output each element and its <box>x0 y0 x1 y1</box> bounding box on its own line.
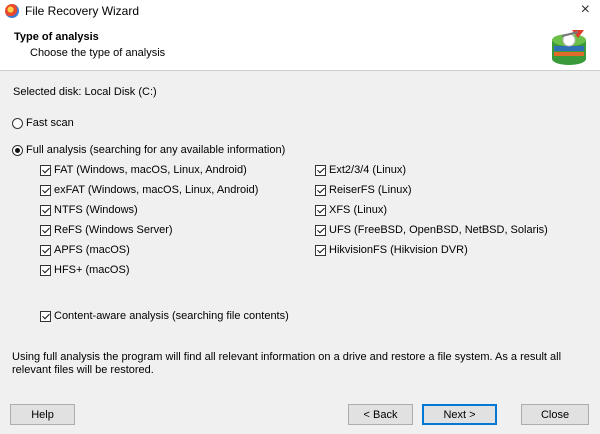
app-icon <box>5 4 19 18</box>
fs-label: HFS+ (macOS) <box>54 264 130 276</box>
fs-label: NTFS (Windows) <box>54 204 138 216</box>
fs-checkbox-hikvisionfs[interactable]: HikvisionFS (Hikvision DVR) <box>315 244 468 256</box>
close-button[interactable]: Close <box>521 404 589 425</box>
analysis-description: Using full analysis the program will fin… <box>12 351 562 376</box>
fs-checkbox-xfs[interactable]: XFS (Linux) <box>315 204 387 216</box>
fs-label: ReFS (Windows Server) <box>54 224 173 236</box>
fs-checkbox-exfat[interactable]: exFAT (Windows, macOS, Linux, Android) <box>40 184 258 196</box>
checkbox-box[interactable] <box>315 184 326 196</box>
checkbox-box[interactable] <box>40 164 51 176</box>
back-button[interactable]: < Back <box>348 404 413 425</box>
fs-label: UFS (FreeBSD, OpenBSD, NetBSD, Solaris) <box>329 224 548 236</box>
fs-checkbox-ntfs[interactable]: NTFS (Windows) <box>40 204 138 216</box>
fs-checkbox-fat[interactable]: FAT (Windows, macOS, Linux, Android) <box>40 164 247 176</box>
next-button[interactable]: Next > <box>422 404 497 425</box>
checkbox-box[interactable] <box>315 204 326 216</box>
radio-circle-selected[interactable] <box>12 144 23 156</box>
fs-checkbox-ufs[interactable]: UFS (FreeBSD, OpenBSD, NetBSD, Solaris) <box>315 224 548 236</box>
full-analysis-label: Full analysis (searching for any availab… <box>26 144 286 156</box>
checkbox-box[interactable] <box>315 164 326 176</box>
fs-checkbox-refs[interactable]: ReFS (Windows Server) <box>40 224 173 236</box>
checkbox-box[interactable] <box>40 224 51 236</box>
content-aware-checkbox[interactable]: Content-aware analysis (searching file c… <box>40 310 289 322</box>
fs-checkbox-reiserfs[interactable]: ReiserFS (Linux) <box>315 184 412 196</box>
wizard-header: Type of analysis Choose the type of anal… <box>0 22 600 71</box>
title-bar: File Recovery Wizard × <box>0 0 600 22</box>
full-analysis-radio[interactable]: Full analysis (searching for any availab… <box>12 144 285 156</box>
recovery-disk-logo-icon <box>552 30 586 65</box>
checkbox-box[interactable] <box>315 224 326 236</box>
fast-scan-label: Fast scan <box>26 117 74 129</box>
fs-checkbox-apfs[interactable]: APFS (macOS) <box>40 244 130 256</box>
help-button[interactable]: Help <box>10 404 75 425</box>
checkbox-box[interactable] <box>40 244 51 256</box>
checkbox-box[interactable] <box>40 184 51 196</box>
radio-circle[interactable] <box>12 117 23 129</box>
content-aware-label: Content-aware analysis (searching file c… <box>54 310 289 322</box>
close-window-icon[interactable]: × <box>581 2 590 18</box>
selected-disk-label: Selected disk: Local Disk (C:) <box>13 86 157 98</box>
fs-label: HikvisionFS (Hikvision DVR) <box>329 244 468 256</box>
fs-label: exFAT (Windows, macOS, Linux, Android) <box>54 184 259 196</box>
fast-scan-radio[interactable]: Fast scan <box>12 117 74 129</box>
fs-label: XFS (Linux) <box>329 204 388 216</box>
window-title: File Recovery Wizard <box>25 4 140 18</box>
fs-label: Ext2/3/4 (Linux) <box>329 164 407 176</box>
fs-checkbox-ext[interactable]: Ext2/3/4 (Linux) <box>315 164 406 176</box>
fs-label: APFS (macOS) <box>54 244 130 256</box>
checkbox-box[interactable] <box>315 244 326 256</box>
fs-checkbox-hfsplus[interactable]: HFS+ (macOS) <box>40 264 129 276</box>
checkbox-box[interactable] <box>40 264 51 276</box>
checkbox-box[interactable] <box>40 310 51 322</box>
page-title: Type of analysis <box>14 31 99 43</box>
fs-label: ReiserFS (Linux) <box>329 184 412 196</box>
checkbox-box[interactable] <box>40 204 51 216</box>
fs-label: FAT (Windows, macOS, Linux, Android) <box>54 164 247 176</box>
page-subtitle: Choose the type of analysis <box>30 47 166 59</box>
